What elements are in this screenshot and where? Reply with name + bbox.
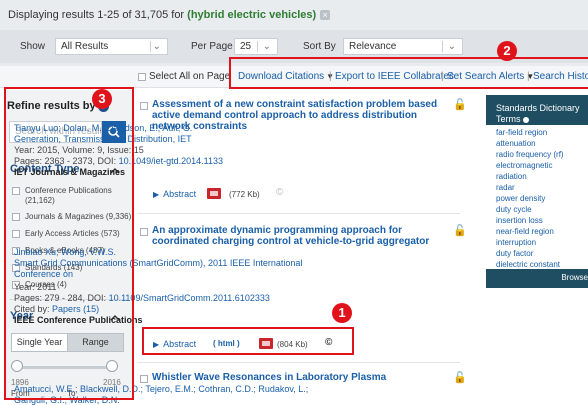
info-dot-icon: [522, 116, 529, 123]
callout-badge-1: 1: [332, 303, 352, 323]
callout-box-1: [142, 327, 354, 355]
result-title-link[interactable]: Whistler Wave Resonances in Laboratory P…: [152, 372, 452, 383]
open-access-lock-icon: 🔓: [453, 225, 467, 237]
pdf-size: (772 Kb): [229, 190, 260, 199]
dictionary-term[interactable]: radio frequency (rf): [496, 150, 564, 159]
chevron-down-icon: ⌄: [152, 41, 161, 52]
select-all-label: Select All on Page: [149, 71, 231, 82]
results-count-text: Displaying results 1-25 of 31,705 for: [8, 9, 185, 21]
standards-dictionary-panel: Standards Dictionary Terms far-field reg…: [486, 95, 588, 288]
sort-by-label: Sort By: [303, 41, 336, 52]
callout-badge-3: 3: [92, 89, 112, 109]
copyright-icon[interactable]: ©: [276, 187, 283, 198]
results-summary: Displaying results 1-25 of 31,705 for (h…: [8, 9, 331, 21]
dictionary-term[interactable]: attenuation: [496, 139, 536, 148]
dictionary-term[interactable]: radar: [496, 183, 515, 192]
chevron-down-icon: ⌄: [447, 41, 456, 52]
dictionary-term[interactable]: radiation: [496, 172, 527, 181]
per-page-select[interactable]: 25 ⌄: [234, 38, 278, 55]
sort-select[interactable]: Relevance ⌄: [343, 38, 463, 55]
show-select[interactable]: All Results ⌄: [55, 38, 168, 55]
open-access-lock-icon: 🔓: [453, 372, 467, 384]
per-page-value: 25: [240, 41, 252, 52]
pdf-icon[interactable]: [207, 188, 221, 199]
dictionary-terms-list: far-field region attenuation radio frequ…: [486, 125, 588, 269]
dictionary-term[interactable]: far-field region: [496, 128, 547, 137]
show-label: Show: [20, 41, 46, 52]
chevron-down-icon: ⌄: [262, 41, 271, 52]
result-checkbox[interactable]: [140, 102, 148, 110]
abstract-toggle[interactable]: ▶ Abstract: [153, 189, 196, 199]
show-select-value: All Results: [61, 41, 109, 52]
search-query: (hybrid electric vehicles): [187, 9, 317, 21]
per-page-label: Per Page: [191, 41, 233, 52]
callout-box-2: [229, 57, 588, 89]
dictionary-term[interactable]: near-field region: [496, 227, 554, 236]
callout-box-3: [4, 87, 134, 400]
result-divider: [138, 362, 460, 363]
result-checkbox[interactable]: [140, 375, 148, 383]
result-title-link[interactable]: An approximate dynamic programming appro…: [152, 225, 452, 247]
dictionary-title: Standards Dictionary Terms: [496, 103, 580, 124]
dictionary-term[interactable]: power density: [496, 194, 545, 203]
triangle-right-icon: ▶: [153, 190, 160, 199]
open-access-lock-icon: 🔓: [453, 99, 467, 111]
dictionary-term[interactable]: insertion loss: [496, 216, 543, 225]
doi-link[interactable]: 10.1049/iet-gtd.2014.1133: [119, 156, 223, 166]
dictionary-term[interactable]: electromagnetic: [496, 161, 552, 170]
dictionary-term[interactable]: duty factor: [496, 249, 533, 258]
dictionary-term[interactable]: interruption: [496, 238, 536, 247]
result-checkbox[interactable]: [140, 228, 148, 236]
callout-badge-2: 2: [497, 41, 517, 61]
browse-dictionary-link[interactable]: Browse: [561, 273, 588, 282]
dictionary-term[interactable]: dielectric constant: [496, 260, 560, 269]
dictionary-term[interactable]: duty cycle: [496, 205, 532, 214]
sort-select-value: Relevance: [349, 41, 397, 52]
select-all-checkbox[interactable]: [138, 73, 146, 81]
result-title-link[interactable]: Assessment of a new constraint satisfact…: [152, 99, 452, 132]
clear-query-icon[interactable]: ×: [320, 10, 331, 21]
result-divider: [138, 213, 460, 214]
